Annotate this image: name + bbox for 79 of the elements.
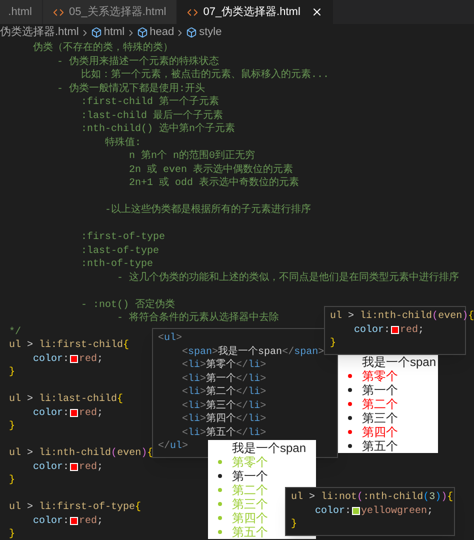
editor-tab[interactable]: .html [0,0,42,24]
cube-icon [90,27,102,38]
list-item-text: 第五个 [362,439,398,453]
code-line: :first-child 第一个子元素 [80,96,220,110]
code-line: ul > li:first-child{ [9,339,130,352]
code-line: <ul> [158,332,182,346]
list-item-text: 第二个 [232,483,268,497]
code-line: */ [9,326,22,339]
code-line: ul > li:nth-child(even){ [330,310,474,324]
code-line: red; [79,352,104,366]
code-line: </ul> [158,440,188,454]
list-item-text: 第三个 [232,497,268,511]
code-line: yellowgreen; [361,504,434,518]
code-line: <li>第五个</li> [181,426,266,440]
code-line: } [291,518,298,532]
breadcrumb-item[interactable]: head [150,24,174,41]
code-line: ul > li:not(:nth-child(3)){ [291,491,454,504]
code-line: } [9,366,16,380]
list-item-text: 第零个 [362,369,398,383]
list-item-text: 第四个 [362,425,398,439]
cube-icon [186,27,198,38]
code-line: 特殊值: [104,136,142,150]
code-line: 比如：第一个元素，被点击的元素、鼠标移入的元素... [80,69,330,82]
code-line: color: [32,514,70,528]
list-item-text: 第三个 [362,411,398,425]
list-item-text: 第一个 [232,469,268,483]
list-item-text: 第二个 [362,397,398,411]
code-line: 2n 或 even 表示选中偶数位的元素 [128,164,294,176]
list-item-text: 第四个 [232,511,268,525]
breadcrumb-item[interactable]: html [104,24,125,41]
list-item-text: 第五个 [232,525,268,539]
code-line: - 伪类一般情况下都是使用:开头 [56,82,206,96]
code-line: color: [32,406,70,420]
code-line: <li>第零个</li> [181,359,266,372]
editor-tab[interactable]: 07_伪类选择器.html [176,0,334,24]
code-line: } [330,337,336,350]
code-line: } [9,528,16,540]
code-line: :nth-of-type [80,258,154,272]
code-line: ul > li:first-of-type{ [9,501,142,514]
list-item-text: 我是一个span [232,441,306,455]
code-line: color: [314,504,352,518]
code-line: ul > li:last-child{ [9,393,124,406]
breadcrumb-item[interactable]: 伪类选择器.html [0,24,79,41]
code-line: } [9,420,16,434]
code-line: <li>第二个</li> [181,386,266,400]
code-line: - :not() 否定伪类 [80,298,176,312]
code-line: <li>第三个</li> [181,400,266,413]
code-line: :last-of-type [80,244,160,258]
list-item-text: 第零个 [232,455,268,469]
code-line: :last-child 最后一个子元素 [80,110,224,122]
list-item-text: 第一个 [362,383,398,397]
code-line: 伪类（不存在的类，特殊的类） [32,42,174,56]
code-icon [187,6,198,18]
code-line: n 第n个 n的范围0到正无穷 [128,150,256,164]
code-line: } [9,474,16,488]
code-line: <li>第一个</li> [181,372,266,386]
code-icon [53,6,64,18]
code-line: 2n+1 或 odd 表示选中奇数位的元素 [128,177,300,190]
code-line: color: [353,324,390,337]
code-line: ul > li:nth-child(even){ [9,447,154,460]
code-line: -以上这些伪类都是根据所有的子元素进行排序 [104,204,312,218]
code-line: color: [32,352,70,366]
editor-tab[interactable]: 05_关系选择器.html [42,0,176,24]
code-line: red; [400,324,424,337]
code-line: <span>我是一个span</span> [181,346,324,359]
breadcrumb-item[interactable]: style [199,24,222,41]
code-line: - 伪类用来描述一个元素的特殊状态 [56,56,220,68]
code-line: color: [32,460,70,474]
list-item-text: 我是一个span [362,355,436,369]
code-line: - 将符合条件的元素从选择器中去除 [116,312,280,326]
close-icon[interactable] [311,6,324,18]
code-line: - 这几个伪类的功能和上述的类似，不同点是他们是在同类型元素中进行排序 [116,272,460,285]
code-line: red; [79,514,104,528]
code-line: :nth-child() 选中第n个子元素 [80,123,236,136]
cube-icon [136,27,148,38]
code-line: red; [79,460,104,474]
code-line: <li>第四个</li> [181,413,266,426]
code-line: red; [79,406,104,420]
code-line: :first-of-type [80,231,166,244]
